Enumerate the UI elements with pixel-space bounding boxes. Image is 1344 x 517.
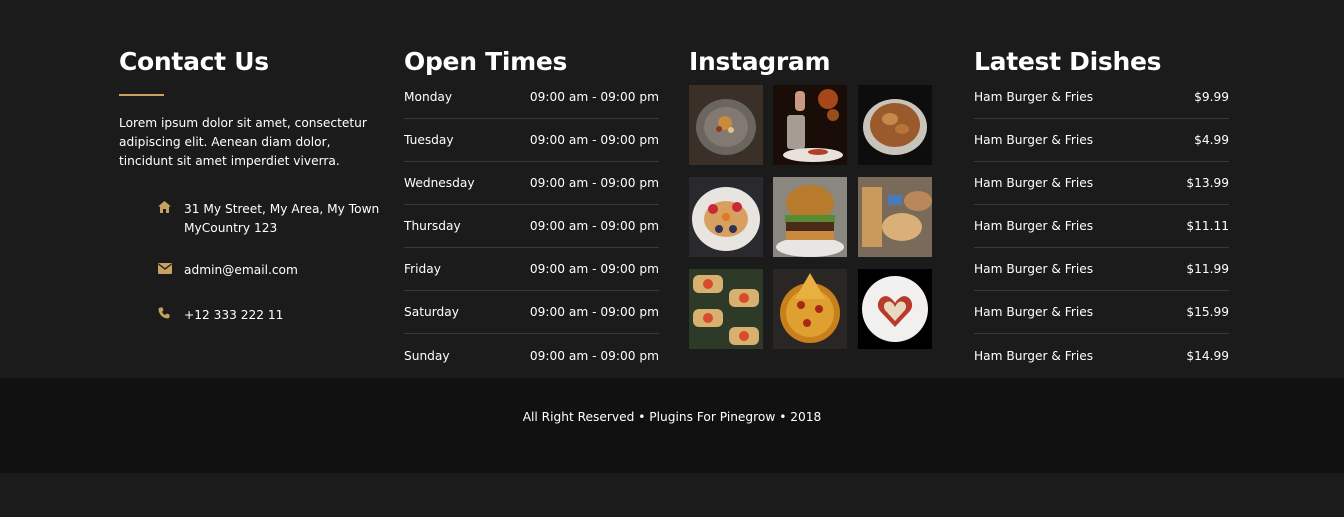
dish-name: Ham Burger & Fries bbox=[974, 305, 1094, 319]
hours-row: Friday 09:00 am - 09:00 pm bbox=[404, 248, 659, 291]
dish-price: $14.99 bbox=[1186, 348, 1229, 363]
dish-name: Ham Burger & Fries bbox=[974, 133, 1094, 147]
instagram-photo-pancakes-berries[interactable] bbox=[689, 177, 763, 257]
dish-price: $13.99 bbox=[1186, 176, 1229, 190]
hours-value: 09:00 am - 09:00 pm bbox=[529, 176, 659, 190]
dish-price: $11.99 bbox=[1186, 262, 1229, 276]
dish-row[interactable]: Ham Burger & Fries $4.99 bbox=[974, 119, 1229, 162]
instagram-photo-heart-dessert[interactable] bbox=[858, 269, 932, 349]
contact-heading: Contact Us bbox=[119, 47, 269, 76]
dish-name: Ham Burger & Fries bbox=[974, 348, 1094, 363]
open-times-heading: Open Times bbox=[404, 47, 568, 76]
dish-row[interactable]: Ham Burger & Fries $9.99 bbox=[974, 76, 1229, 119]
instagram-photo-cocktail-drinks[interactable] bbox=[773, 85, 847, 165]
dish-price: $4.99 bbox=[1194, 133, 1229, 147]
day-label: Sunday bbox=[404, 348, 450, 363]
hours-value: 09:00 am - 09:00 pm bbox=[529, 348, 659, 363]
day-label: Monday bbox=[404, 90, 453, 104]
day-label: Friday bbox=[404, 262, 441, 276]
hours-value: 09:00 am - 09:00 pm bbox=[529, 219, 659, 233]
home-icon bbox=[158, 200, 184, 238]
dish-row[interactable]: Ham Burger & Fries $11.99 bbox=[974, 248, 1229, 291]
footer-main: Contact Us Lorem ipsum dolor sit amet, c… bbox=[0, 0, 1344, 378]
dish-row[interactable]: Ham Burger & Fries $13.99 bbox=[974, 162, 1229, 205]
hours-row: Thursday 09:00 am - 09:00 pm bbox=[404, 205, 659, 248]
phone-item: +12 333 222 11 bbox=[158, 306, 283, 325]
instagram-photo-plated-dessert[interactable] bbox=[689, 85, 763, 165]
instagram-photo-bruschetta[interactable] bbox=[689, 269, 763, 349]
about-text: Lorem ipsum dolor sit amet, consectetur … bbox=[119, 116, 367, 168]
dish-price: $11.11 bbox=[1186, 219, 1229, 233]
instagram-photo-breads[interactable] bbox=[858, 177, 932, 257]
address-item: 31 My Street, My Area, My Town MyCountry… bbox=[158, 200, 379, 238]
hours-value: 09:00 am - 09:00 pm bbox=[529, 262, 659, 276]
phone-link[interactable]: +12 333 222 11 bbox=[184, 306, 283, 325]
dish-name: Ham Burger & Fries bbox=[974, 262, 1094, 276]
hours-row: Sunday 09:00 am - 09:00 pm bbox=[404, 334, 659, 377]
hours-row: Wednesday 09:00 am - 09:00 pm bbox=[404, 162, 659, 205]
email-item: admin@email.com bbox=[158, 261, 298, 280]
address-line2: MyCountry 123 bbox=[184, 221, 278, 235]
dish-name: Ham Burger & Fries bbox=[974, 176, 1094, 190]
day-label: Tuesday bbox=[404, 133, 454, 147]
instagram-photo-burger[interactable] bbox=[773, 177, 847, 257]
hours-value: 09:00 am - 09:00 pm bbox=[529, 305, 659, 319]
hours-row: Monday 09:00 am - 09:00 pm bbox=[404, 76, 659, 119]
dish-name: Ham Burger & Fries bbox=[974, 219, 1094, 233]
instagram-heading: Instagram bbox=[689, 47, 831, 76]
dish-row[interactable]: Ham Burger & Fries $11.11 bbox=[974, 205, 1229, 248]
dish-price: $9.99 bbox=[1194, 90, 1229, 104]
hours-row: Saturday 09:00 am - 09:00 pm bbox=[404, 291, 659, 334]
day-label: Thursday bbox=[404, 219, 461, 233]
dish-name: Ham Burger & Fries bbox=[974, 90, 1094, 104]
latest-dishes-heading: Latest Dishes bbox=[974, 47, 1162, 76]
address-text: 31 My Street, My Area, My Town MyCountry… bbox=[184, 200, 379, 238]
hours-row: Tuesday 09:00 am - 09:00 pm bbox=[404, 119, 659, 162]
copyright-text: All Right Reserved • Plugins For Pinegro… bbox=[522, 410, 822, 424]
instagram-photo-pie[interactable] bbox=[858, 85, 932, 165]
phone-icon bbox=[158, 306, 184, 325]
instagram-photo-pizza[interactable] bbox=[773, 269, 847, 349]
email-link[interactable]: admin@email.com bbox=[184, 261, 298, 280]
dish-price: $15.99 bbox=[1186, 305, 1229, 319]
hours-value: 09:00 am - 09:00 pm bbox=[529, 133, 659, 147]
dish-row[interactable]: Ham Burger & Fries $15.99 bbox=[974, 291, 1229, 334]
day-label: Saturday bbox=[404, 305, 459, 319]
hours-value: 09:00 am - 09:00 pm bbox=[529, 90, 659, 104]
address-line1: 31 My Street, My Area, My Town bbox=[184, 202, 380, 216]
copyright-bar bbox=[0, 378, 1344, 473]
heading-underline bbox=[119, 94, 164, 96]
dish-row[interactable]: Ham Burger & Fries $14.99 bbox=[974, 334, 1229, 377]
envelope-icon bbox=[158, 261, 184, 280]
day-label: Wednesday bbox=[404, 176, 475, 190]
